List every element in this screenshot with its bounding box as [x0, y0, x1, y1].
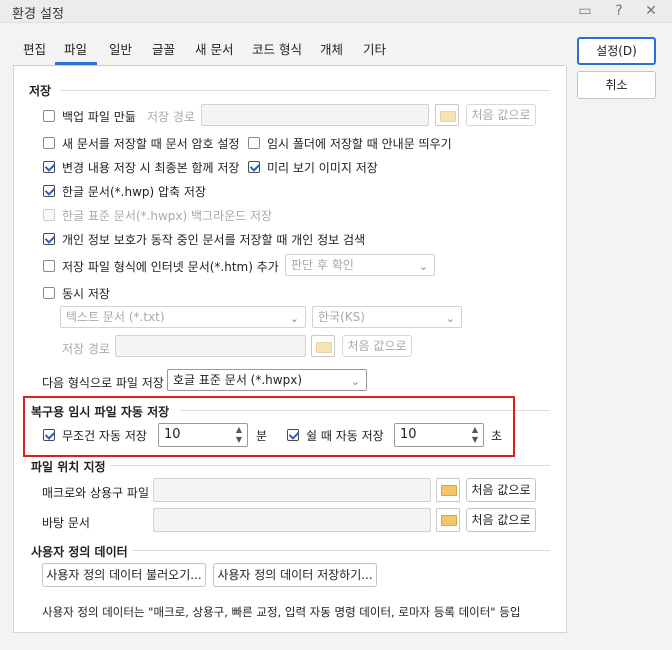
backup-checkbox[interactable] — [43, 110, 55, 122]
userdata-section-title: 사용자 정의 데이터 — [31, 545, 128, 559]
temp-notice-checkbox[interactable] — [248, 137, 260, 149]
title-bar — [0, 0, 672, 23]
simul-reset-button[interactable]: 처음 값으로 — [342, 335, 412, 357]
close-icon[interactable]: ✕ — [641, 1, 661, 21]
tab-edit[interactable]: 편집 — [23, 39, 46, 58]
internet-doc-select[interactable]: 판단 후 확인 ⌄ — [285, 254, 435, 276]
tab-code-format[interactable]: 코드 형식 — [252, 39, 302, 58]
save-section-line — [60, 90, 550, 91]
simul-path-field[interactable] — [115, 335, 306, 357]
tab-general[interactable]: 일반 — [109, 39, 132, 58]
simul-save-checkbox[interactable] — [43, 287, 55, 299]
password-new-checkbox[interactable] — [43, 137, 55, 149]
save-section-title: 저장 — [29, 84, 52, 98]
hwpx-background-label: 한글 표준 문서(*.hwpx) 백그라운드 저장 — [62, 209, 273, 223]
temp-notice-label: 임시 폴더에 저장할 때 안내문 띄우기 — [267, 137, 452, 151]
preview-image-label: 미리 보기 이미지 저장 — [267, 161, 378, 175]
macro-path-label: 매크로와 상용구 파일 — [42, 486, 149, 500]
tab-font[interactable]: 글꼴 — [152, 39, 175, 58]
chevron-down-icon: ⌄ — [289, 312, 299, 325]
backup-path-field[interactable] — [201, 104, 429, 126]
background-doc-label: 바탕 문서 — [42, 516, 90, 530]
simul-path-label: 저장 경로 — [62, 342, 110, 356]
hwpx-background-checkbox[interactable] — [43, 209, 55, 221]
comment-icon[interactable]: ▭ — [575, 1, 595, 21]
internet-doc-select-value: 판단 후 확인 — [291, 258, 354, 272]
backup-label: 백업 파일 만듦 — [62, 110, 136, 124]
macro-reset-button[interactable]: 처음 값으로 — [466, 478, 536, 502]
active-tab-indicator — [55, 62, 97, 65]
backup-reset-button[interactable]: 처음 값으로 — [466, 104, 536, 126]
cancel-button[interactable]: 취소 — [577, 71, 656, 99]
privacy-checkbox[interactable] — [43, 233, 55, 245]
simul-encoding-value: 한국(KS) — [318, 310, 365, 324]
userdata-note: 사용자 정의 데이터는 "매크로, 상용구, 빠른 교정, 입력 자동 명령 데… — [42, 605, 521, 619]
save-format-label: 다음 형식으로 파일 저장 — [42, 376, 164, 390]
chevron-down-icon: ⌄ — [445, 312, 455, 325]
tab-etc[interactable]: 기타 — [363, 39, 386, 58]
tab-object[interactable]: 개체 — [320, 39, 343, 58]
compress-label: 한글 문서(*.hwp) 압축 저장 — [62, 185, 206, 199]
userdata-save-button[interactable]: 사용자 정의 데이터 저장하기... — [213, 563, 377, 587]
chevron-down-icon: ⌄ — [418, 260, 428, 273]
backup-folder-icon[interactable] — [435, 104, 459, 126]
final-save-checkbox[interactable] — [43, 161, 55, 173]
save-format-value: 호글 표준 문서 (*.hwpx) — [173, 373, 303, 387]
privacy-label: 개인 정보 보호가 동작 중인 문서를 저장할 때 개인 정보 검색 — [62, 233, 366, 247]
help-icon[interactable]: ? — [609, 1, 629, 21]
password-new-label: 새 문서를 저장할 때 문서 암호 설정 — [62, 137, 240, 151]
simul-format-select[interactable]: 텍스트 문서 (*.txt) ⌄ — [60, 306, 306, 328]
userdata-section-line — [132, 550, 550, 551]
internet-doc-label: 저장 파일 형식에 인터넷 문서(*.htm) 추가 — [62, 260, 279, 274]
simul-save-label: 동시 저장 — [62, 287, 110, 301]
chevron-down-icon: ⌄ — [350, 375, 360, 388]
location-section-line — [110, 465, 550, 466]
final-save-label: 변경 내용 저장 시 최종본 함께 저장 — [62, 161, 240, 175]
background-folder-icon[interactable] — [436, 508, 460, 532]
macro-path-field[interactable] — [153, 478, 431, 502]
save-format-select[interactable]: 호글 표준 문서 (*.hwpx) ⌄ — [167, 369, 367, 391]
simul-format-value: 텍스트 문서 (*.txt) — [66, 310, 165, 324]
simul-encoding-select[interactable]: 한국(KS) ⌄ — [312, 306, 462, 328]
ok-button[interactable]: 설정(D) — [577, 37, 656, 65]
location-section-title: 파일 위치 지정 — [31, 460, 106, 474]
macro-folder-icon[interactable] — [436, 478, 460, 502]
window-title: 환경 설정 — [12, 7, 64, 22]
userdata-load-button[interactable]: 사용자 정의 데이터 불러오기... — [42, 563, 206, 587]
tab-file[interactable]: 파일 — [64, 39, 87, 58]
compress-checkbox[interactable] — [43, 185, 55, 197]
internet-doc-checkbox[interactable] — [43, 260, 55, 272]
background-doc-field[interactable] — [153, 508, 431, 532]
tab-new-document[interactable]: 새 문서 — [195, 39, 233, 58]
preview-image-checkbox[interactable] — [248, 161, 260, 173]
simul-folder-icon[interactable] — [311, 335, 335, 357]
highlight-box — [23, 396, 515, 457]
backup-path-label: 저장 경로 — [147, 110, 195, 124]
background-reset-button[interactable]: 처음 값으로 — [466, 508, 536, 532]
